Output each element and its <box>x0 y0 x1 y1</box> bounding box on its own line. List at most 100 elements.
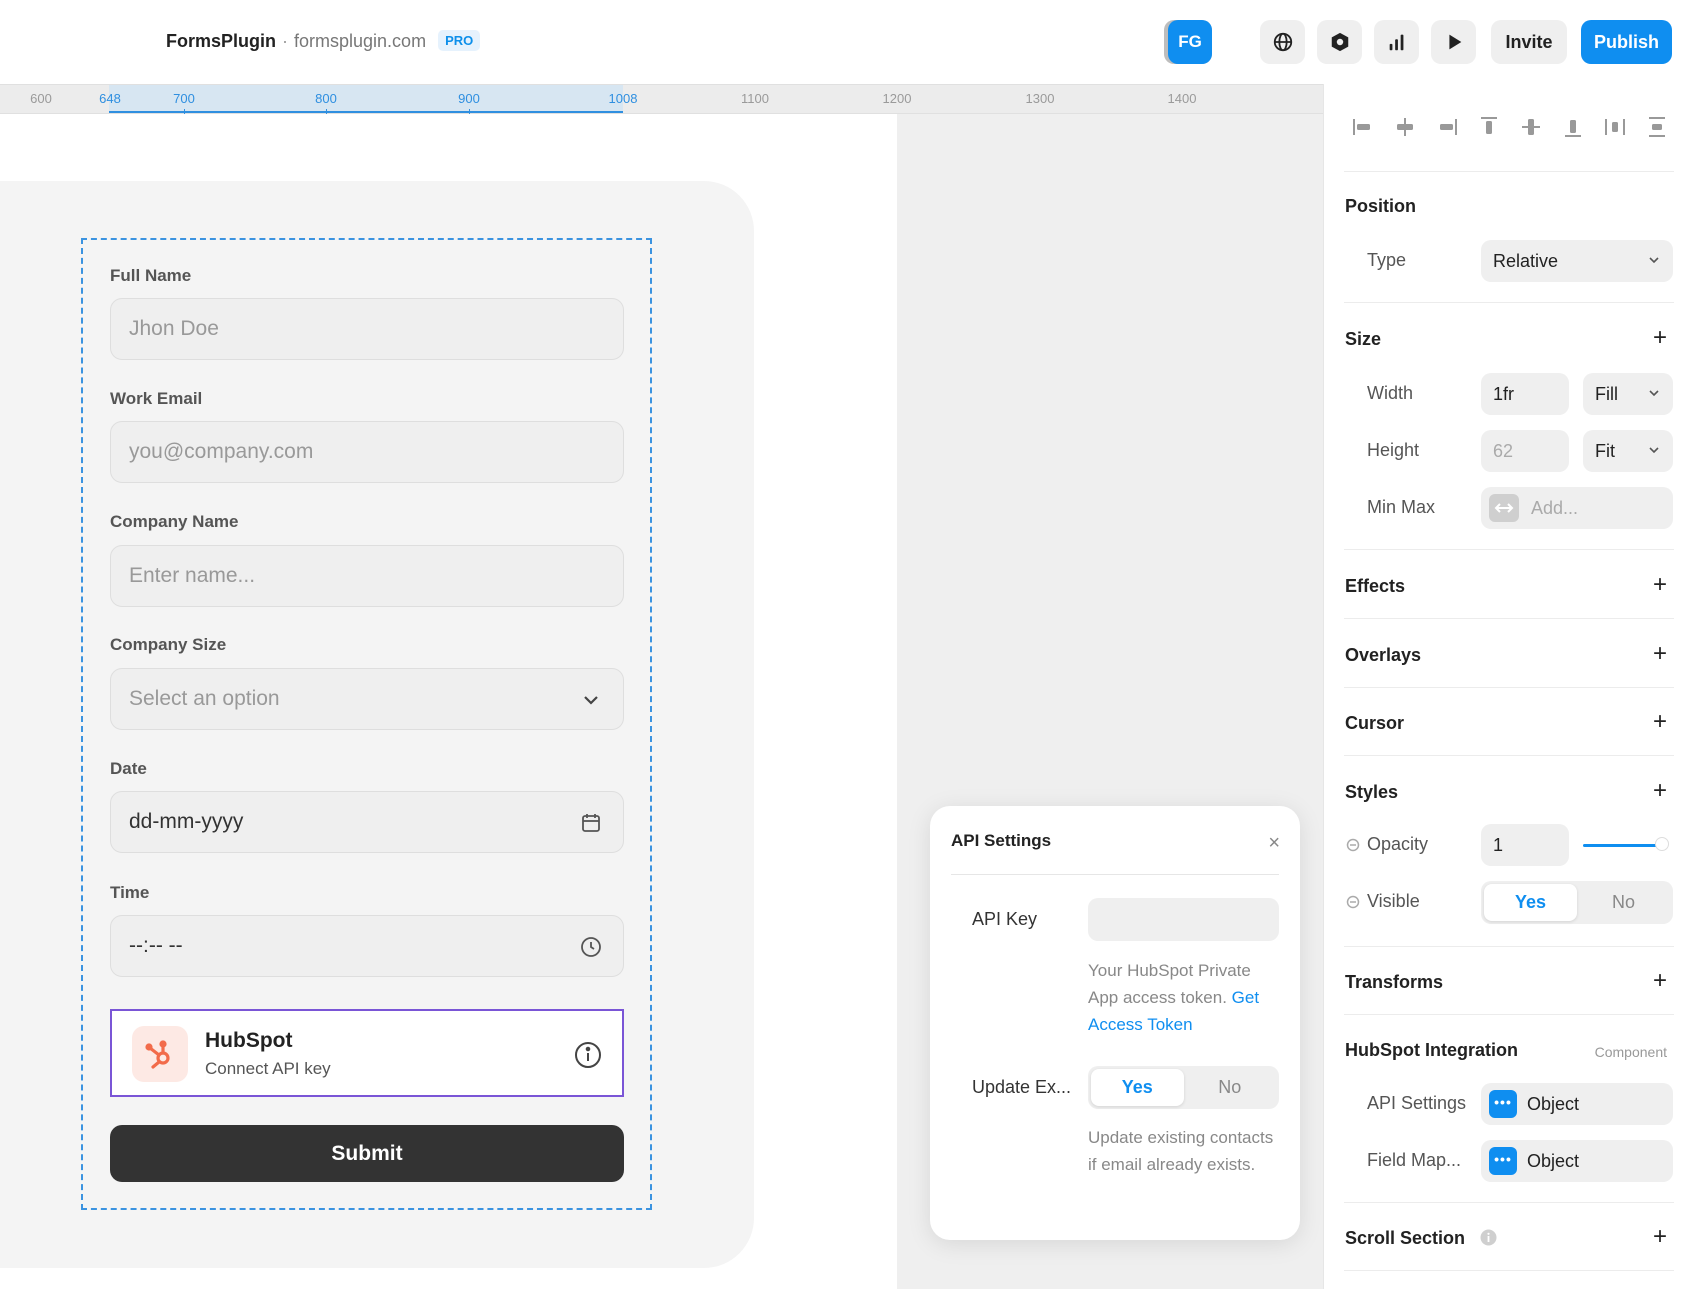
work-email-input[interactable]: you@company.com <box>110 421 624 483</box>
divider <box>1344 1270 1674 1271</box>
field-label-company-size: Company Size <box>110 635 227 654</box>
distribute-vertical-icon[interactable] <box>1644 114 1670 140</box>
calendar-icon[interactable] <box>579 811 603 835</box>
avatar-fg[interactable]: FG <box>1168 20 1212 64</box>
divider <box>1344 302 1674 303</box>
hubspot-logo <box>132 1026 188 1082</box>
add-size-button[interactable]: + <box>1653 324 1667 352</box>
add-scroll-section-button[interactable]: + <box>1653 1223 1667 1251</box>
hubspot-connect-card[interactable]: HubSpot Connect API key <box>110 1009 624 1097</box>
divider <box>1344 171 1674 172</box>
field-map-prop-value[interactable]: ••• Object <box>1481 1140 1673 1182</box>
align-left-icon[interactable] <box>1350 114 1376 140</box>
visible-yes-option[interactable]: Yes <box>1484 884 1577 921</box>
opacity-label: Opacity <box>1367 834 1429 854</box>
opacity-input[interactable]: 1 <box>1481 824 1569 866</box>
cursor-section-title: Cursor <box>1345 713 1405 733</box>
hubspot-subtitle: Connect API key <box>205 1059 331 1078</box>
ruler-tick: 1100 <box>741 91 769 106</box>
horizontal-ruler[interactable]: 600 648 700 800 900 1008 1100 1200 1300 … <box>0 84 1323 114</box>
api-settings-title: API Settings <box>951 831 1052 850</box>
alignment-toolbar <box>1350 114 1670 142</box>
globe-button[interactable] <box>1260 20 1305 64</box>
app-name: FormsPlugin <box>166 31 277 51</box>
invite-button[interactable]: Invite <box>1491 20 1567 64</box>
size-section-title: Size <box>1345 329 1382 349</box>
transforms-section-title: Transforms <box>1345 972 1444 992</box>
pro-badge: PRO <box>438 30 481 51</box>
update-no-option[interactable]: No <box>1184 1069 1277 1106</box>
ruler-tick: 600 <box>30 91 52 106</box>
min-max-input[interactable]: Add... <box>1481 487 1673 529</box>
ruler-tick: 1200 <box>882 91 912 106</box>
update-existing-label: Update Ex... <box>972 1077 1072 1097</box>
height-input[interactable]: 62 <box>1481 430 1569 472</box>
field-label-work-email: Work Email <box>110 389 203 408</box>
divider <box>1344 1202 1674 1203</box>
divider <box>1344 549 1674 550</box>
ruler-tick-selected: 700 <box>173 91 195 106</box>
analytics-button[interactable] <box>1374 20 1419 64</box>
add-effect-button[interactable]: + <box>1653 571 1667 599</box>
publish-button[interactable]: Publish <box>1581 20 1672 64</box>
opacity-slider-handle[interactable] <box>1655 837 1669 851</box>
type-label: Type <box>1367 250 1407 270</box>
align-center-horizontal-icon[interactable] <box>1392 114 1418 140</box>
width-label: Width <box>1367 383 1414 403</box>
visible-toggle[interactable]: Yes No <box>1481 881 1673 924</box>
field-label-time: Time <box>110 883 150 902</box>
remove-opacity-icon[interactable] <box>1346 838 1360 852</box>
divider <box>1344 755 1674 756</box>
position-type-select[interactable]: Relative <box>1481 240 1673 282</box>
add-cursor-button[interactable]: + <box>1653 708 1667 736</box>
chevron-down-icon <box>1649 390 1659 397</box>
date-input[interactable]: dd-mm-yyyy <box>110 791 624 853</box>
api-settings-popup: API Settings × API Key Your HubSpot Priv… <box>930 806 1300 1240</box>
visible-no-option[interactable]: No <box>1577 884 1670 921</box>
update-existing-toggle[interactable]: Yes No <box>1088 1066 1279 1109</box>
height-mode-select[interactable]: Fit <box>1583 430 1673 472</box>
opacity-slider-track[interactable] <box>1583 844 1661 847</box>
visible-label: Visible <box>1367 891 1420 911</box>
company-size-select[interactable]: Select an option <box>110 668 624 730</box>
position-section-title: Position <box>1345 196 1416 216</box>
api-settings-prop-value[interactable]: ••• Object <box>1481 1083 1673 1125</box>
settings-button[interactable] <box>1317 20 1362 64</box>
resize-arrows-icon <box>1489 494 1519 522</box>
add-style-button[interactable]: + <box>1653 777 1667 805</box>
api-settings-prop-label: API Settings <box>1367 1093 1467 1113</box>
align-right-icon[interactable] <box>1434 114 1460 140</box>
add-transform-button[interactable]: + <box>1653 967 1667 995</box>
full-name-input[interactable]: Jhon Doe <box>110 298 624 360</box>
clock-icon[interactable] <box>579 935 603 959</box>
company-name-input[interactable]: Enter name... <box>110 545 624 607</box>
info-icon[interactable] <box>574 1041 602 1069</box>
align-bottom-icon[interactable] <box>1560 114 1586 140</box>
title-separator: · <box>282 31 289 51</box>
preview-button[interactable] <box>1431 20 1476 64</box>
update-yes-option[interactable]: Yes <box>1091 1069 1184 1106</box>
align-center-vertical-icon[interactable] <box>1518 114 1544 140</box>
close-icon[interactable]: × <box>1268 832 1280 855</box>
project-domain[interactable]: formsplugin.com <box>294 31 426 51</box>
divider <box>1344 946 1674 947</box>
min-max-label: Min Max <box>1367 497 1436 517</box>
field-label-company-name: Company Name <box>110 512 239 531</box>
ruler-tick-selected: 1008 <box>608 91 638 106</box>
width-mode-select[interactable]: Fill <box>1583 373 1673 415</box>
width-input[interactable]: 1fr <box>1481 373 1569 415</box>
distribute-horizontal-icon[interactable] <box>1602 114 1628 140</box>
divider <box>1344 1014 1674 1015</box>
ruler-tick: 1300 <box>1025 91 1055 106</box>
project-title: FormsPlugin · formsplugin.com PRO <box>166 30 481 52</box>
info-icon[interactable] <box>1480 1229 1497 1246</box>
time-input[interactable]: --:-- -- <box>110 915 624 977</box>
add-overlay-button[interactable]: + <box>1653 640 1667 668</box>
align-top-icon[interactable] <box>1476 114 1502 140</box>
properties-panel: Position Type Relative Size + Width 1fr … <box>1323 84 1693 1289</box>
height-label: Height <box>1367 440 1420 460</box>
remove-visible-icon[interactable] <box>1346 895 1360 909</box>
api-key-input[interactable] <box>1088 898 1279 941</box>
divider <box>951 874 1279 875</box>
submit-button[interactable]: Submit <box>110 1125 624 1182</box>
